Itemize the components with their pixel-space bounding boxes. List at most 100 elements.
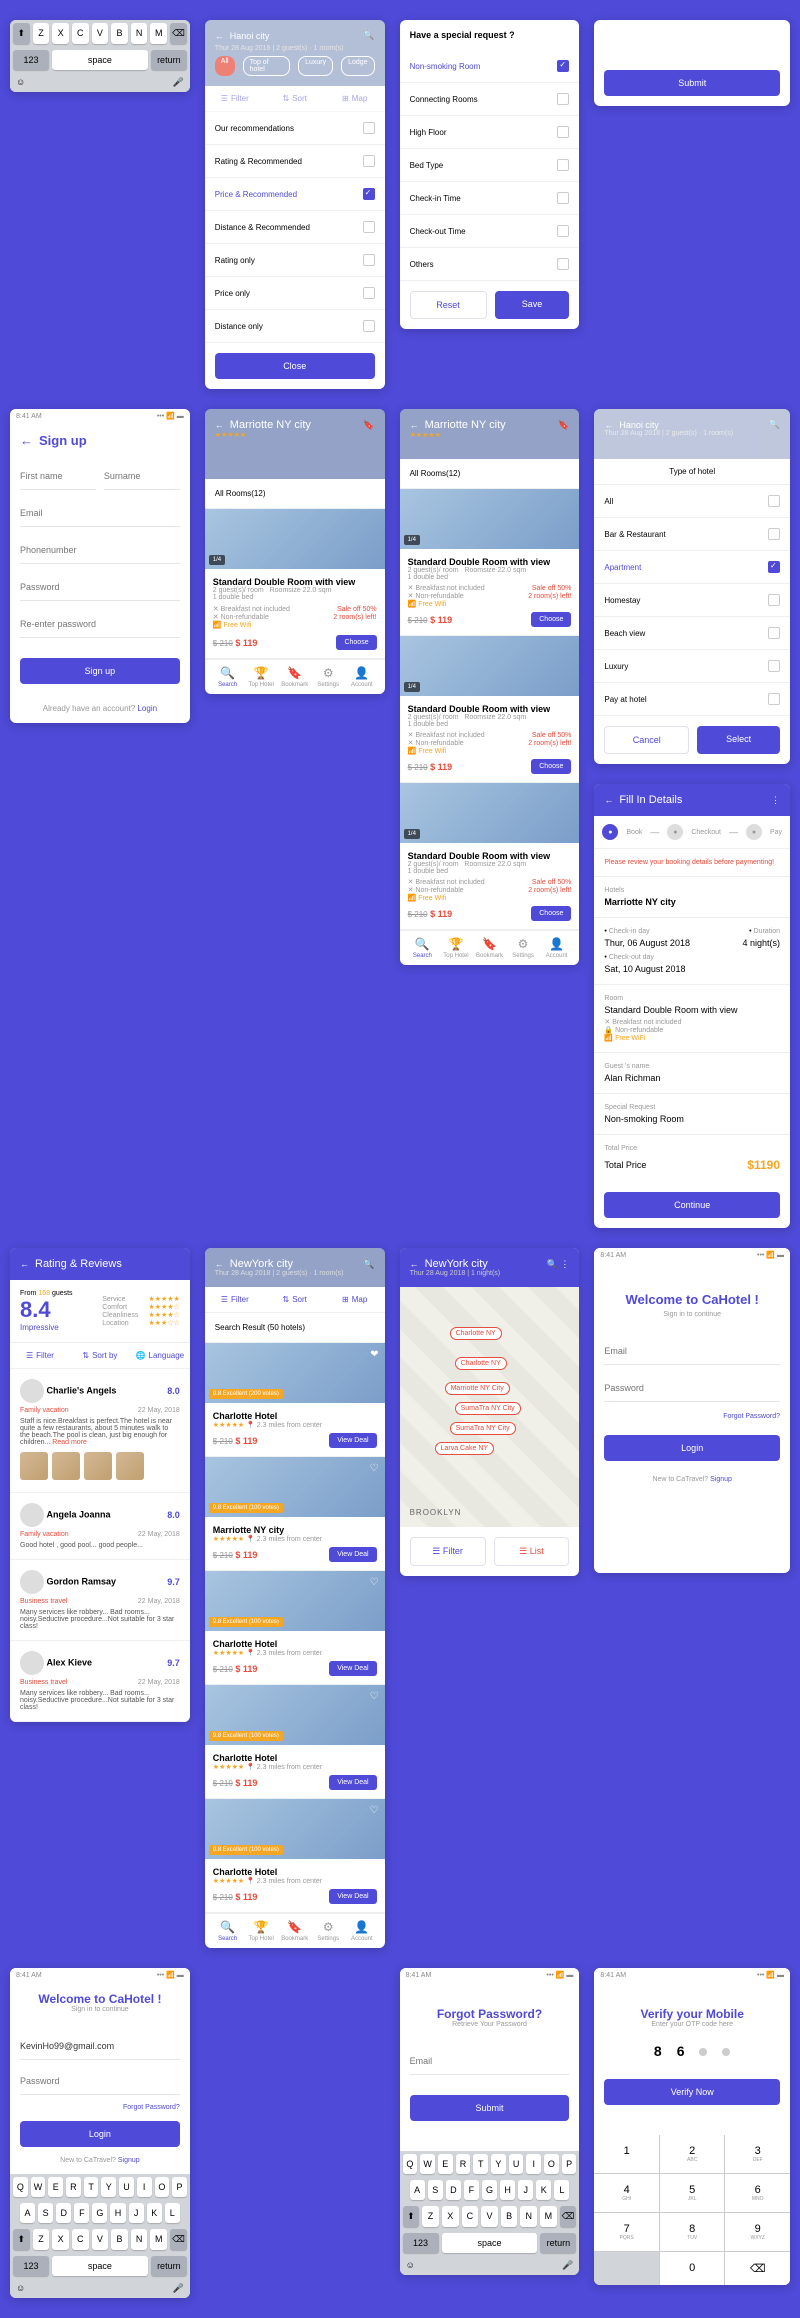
heart-icon[interactable]: ♡ [370, 1577, 379, 1588]
choose-button[interactable]: Choose [531, 906, 571, 921]
hoteltype-option[interactable]: Homestay [594, 584, 790, 617]
numpad-key[interactable]: 2ABC [660, 2135, 725, 2173]
back-icon[interactable]: ← [215, 31, 224, 41]
numpad-key[interactable]: 7PQRS [594, 2213, 659, 2251]
back-icon[interactable]: ← [215, 420, 224, 430]
otp-digit[interactable] [699, 2048, 707, 2056]
login-link[interactable]: Login [137, 704, 157, 713]
request-option[interactable]: Others [400, 248, 580, 281]
signup-link[interactable]: Signup [710, 1476, 732, 1483]
sort-option[interactable]: Distance & Recommended [205, 211, 385, 244]
request-option[interactable]: High Floor [400, 116, 580, 149]
request-option[interactable]: Check-in Time [400, 182, 580, 215]
email-input[interactable]: KevinHo99@gmail.com [20, 2033, 180, 2060]
hoteltype-option[interactable]: Bar & Restaurant [594, 518, 790, 551]
numpad-key[interactable]: 9WXYZ [725, 2213, 790, 2251]
choose-button[interactable]: Choose [531, 759, 571, 774]
cancel-button[interactable]: Cancel [604, 726, 689, 754]
firstname-input[interactable] [20, 463, 96, 490]
heart-icon[interactable]: ♡ [370, 1463, 379, 1474]
hotel-card[interactable]: 9.8 Excellent (100 votes)♡ Charlotte Hot… [205, 1685, 385, 1799]
hotel-card[interactable]: 9.8 Excellent (100 votes)♡ Charlotte Hot… [205, 1799, 385, 1913]
numpad-key[interactable]: 8TUV [660, 2213, 725, 2251]
hoteltype-option[interactable]: Apartment [594, 551, 790, 584]
view-deal-button[interactable]: View Deal [329, 1661, 376, 1676]
hoteltype-option[interactable]: Pay at hotel [594, 683, 790, 716]
save-button[interactable]: Save [495, 291, 570, 319]
email-input[interactable] [20, 500, 180, 527]
view-deal-button[interactable]: View Deal [329, 1547, 376, 1562]
sort-option[interactable]: Rating & Recommended [205, 145, 385, 178]
choose-button[interactable]: Choose [531, 612, 571, 627]
search-icon[interactable]: 🔍 [363, 30, 374, 41]
heart-icon[interactable]: ♡ [370, 1805, 379, 1816]
numpad-key[interactable]: 5JKL [660, 2174, 725, 2212]
surname-input[interactable] [104, 463, 180, 490]
otp-digit[interactable] [722, 2048, 730, 2056]
password-input[interactable] [604, 1375, 780, 1402]
request-option[interactable]: Non-smoking Room [400, 50, 580, 83]
heart-icon[interactable]: ♡ [370, 1691, 379, 1702]
view-deal-button[interactable]: View Deal [329, 1889, 376, 1904]
hotel-card[interactable]: 9.8 Excellent (100 votes)♡ Marriotte NY … [205, 1457, 385, 1571]
view-deal-button[interactable]: View Deal [329, 1433, 376, 1448]
reenter-input[interactable] [20, 611, 180, 638]
shift-key[interactable]: ⬆ [13, 23, 30, 44]
numpad-key[interactable]: 0 [660, 2252, 725, 2285]
numpad-key[interactable] [594, 2252, 659, 2285]
submit-button[interactable]: Submit [604, 70, 780, 96]
signup-button[interactable]: Sign up [20, 658, 180, 684]
forgot-link[interactable]: Forgot Password? [123, 2104, 180, 2111]
numpad-key[interactable]: ⌫ [725, 2252, 790, 2285]
sort-option[interactable]: Our recommendations [205, 112, 385, 145]
login-button[interactable]: Login [604, 1435, 780, 1461]
back-icon[interactable]: ← [20, 1259, 29, 1269]
hoteltype-option[interactable]: Luxury [594, 650, 790, 683]
hoteltype-option[interactable]: All [594, 485, 790, 518]
back-icon[interactable]: ← [410, 1259, 419, 1269]
otp-digit[interactable]: 8 [654, 2043, 662, 2059]
more-icon[interactable]: ⋮ [560, 1259, 569, 1269]
back-icon[interactable]: ← [20, 433, 33, 448]
back-icon[interactable]: ← [604, 795, 613, 805]
hoteltype-option[interactable]: Beach view [594, 617, 790, 650]
back-icon[interactable]: ← [215, 1259, 224, 1269]
sort-option[interactable]: Distance only [205, 310, 385, 343]
view-deal-button[interactable]: View Deal [329, 1775, 376, 1790]
numpad-key[interactable]: 1 [594, 2135, 659, 2173]
submit-button[interactable]: Submit [410, 2095, 570, 2121]
email-input[interactable] [604, 1338, 780, 1365]
bookmark-icon[interactable]: 🔖 [363, 420, 374, 431]
search-icon[interactable]: 🔍 [363, 1259, 374, 1270]
close-button[interactable]: Close [215, 353, 375, 379]
numpad-key[interactable]: 6MNO [725, 2174, 790, 2212]
sort-option[interactable]: Price & Recommended [205, 178, 385, 211]
backspace-key[interactable]: ⌫ [170, 23, 187, 44]
otp-digit[interactable]: 6 [677, 2043, 685, 2059]
password-input[interactable] [20, 574, 180, 601]
continue-button[interactable]: Continue [604, 1192, 780, 1218]
verify-button[interactable]: Verify Now [604, 2079, 780, 2105]
heart-icon[interactable]: ❤ [370, 1349, 378, 1360]
reset-button[interactable]: Reset [410, 291, 487, 319]
list-button[interactable]: ☰ List [494, 1537, 570, 1566]
choose-button[interactable]: Choose [336, 635, 376, 650]
request-option[interactable]: Bed Type [400, 149, 580, 182]
numpad-key[interactable]: 4GHI [594, 2174, 659, 2212]
mic-icon[interactable]: 🎤 [173, 77, 184, 88]
back-icon[interactable]: ← [410, 420, 419, 430]
sort-option[interactable]: Rating only [205, 244, 385, 277]
request-option[interactable]: Check-out Time [400, 215, 580, 248]
hotel-card[interactable]: 9.8 Excellent (100 votes)♡ Charlotte Hot… [205, 1571, 385, 1685]
bookmark-icon[interactable]: 🔖 [558, 420, 569, 431]
numpad-key[interactable]: 3DEF [725, 2135, 790, 2173]
phone-input[interactable] [20, 537, 180, 564]
email-input[interactable] [410, 2048, 570, 2075]
request-option[interactable]: Connecting Rooms [400, 83, 580, 116]
forgot-link[interactable]: Forgot Password? [723, 1413, 780, 1420]
select-button[interactable]: Select [697, 726, 780, 754]
emoji-icon[interactable]: ☺ [16, 77, 25, 88]
map-view[interactable]: Charlotte NY Charlotte NY Marriotte NY C… [400, 1287, 580, 1527]
signup-link[interactable]: Signup [118, 2157, 140, 2164]
password-input[interactable] [20, 2068, 180, 2095]
